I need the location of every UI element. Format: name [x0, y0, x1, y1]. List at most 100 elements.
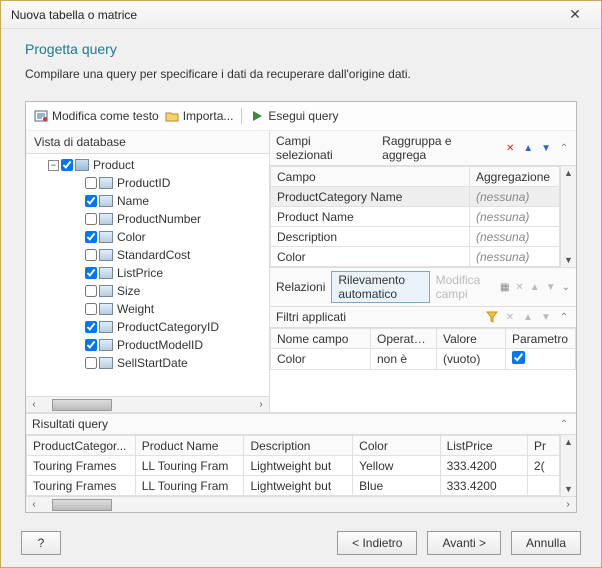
col-filter-op[interactable]: Operatore	[371, 329, 437, 349]
scroll-right-icon[interactable]: ›	[253, 399, 269, 410]
move-down-icon[interactable]: ▼	[546, 281, 556, 293]
collapse-icon[interactable]: ⌃	[558, 418, 570, 430]
tree-root-checkbox[interactable]	[61, 159, 73, 171]
tree-hscrollbar[interactable]: ‹ ›	[26, 396, 269, 412]
collapse-icon[interactable]: −	[48, 160, 59, 171]
scroll-down-icon[interactable]: ▼	[564, 484, 573, 494]
add-relation-icon[interactable]: ▦	[500, 281, 509, 293]
move-up-icon[interactable]: ▲	[530, 281, 540, 293]
col-filter-val[interactable]: Valore	[437, 329, 506, 349]
results-vscrollbar[interactable]: ▲ ▼	[560, 435, 576, 496]
tree-checkbox[interactable]	[85, 213, 97, 225]
tree-item-label: Color	[115, 230, 146, 244]
results-row[interactable]: Touring Frames LL Touring Fram Lightweig…	[27, 476, 560, 496]
tree-item[interactable]: ProductCategoryID	[26, 318, 269, 336]
tree-checkbox[interactable]	[85, 285, 97, 297]
results-col[interactable]: Product Name	[135, 436, 244, 456]
results-grid[interactable]: ProductCategor... Product Name Descripti…	[26, 435, 560, 496]
tree-item[interactable]: Color	[26, 228, 269, 246]
tree-item[interactable]: StandardCost	[26, 246, 269, 264]
results-col[interactable]: Color	[353, 436, 440, 456]
next-button[interactable]: Avanti >	[427, 531, 500, 555]
tree-checkbox[interactable]	[85, 321, 97, 333]
tree-item[interactable]: ListPrice	[26, 264, 269, 282]
tree-checkbox[interactable]	[85, 231, 97, 243]
results-title: Risultati query	[32, 417, 108, 431]
scroll-thumb[interactable]	[52, 399, 112, 411]
filter-param-checkbox[interactable]	[512, 351, 525, 364]
import-button[interactable]: Importa...	[165, 109, 234, 123]
fields-vscrollbar[interactable]: ▲ ▼	[560, 166, 576, 267]
col-aggregation[interactable]: Aggregazione	[470, 167, 560, 187]
delete-relation-icon[interactable]: ✕	[515, 281, 523, 293]
back-button[interactable]: < Indietro	[337, 531, 417, 555]
delete-icon[interactable]: ✕	[504, 142, 516, 154]
scroll-up-icon[interactable]: ▲	[564, 437, 573, 447]
scroll-up-icon[interactable]: ▲	[564, 168, 573, 178]
tree-checkbox[interactable]	[85, 267, 97, 279]
filter-icon[interactable]	[486, 311, 498, 323]
help-button[interactable]: ?	[21, 531, 61, 555]
column-icon	[99, 267, 113, 279]
tree-checkbox[interactable]	[85, 249, 97, 261]
run-query-button[interactable]: Esegui query	[250, 109, 338, 123]
agg-cell: (nessuna)	[470, 187, 560, 207]
results-header: Risultati query ⌃	[26, 414, 576, 435]
field-cell: ProductCategory Name	[271, 187, 470, 207]
tree-item-label: ProductNumber	[115, 212, 201, 226]
col-filter-param[interactable]: Parametro	[506, 329, 576, 349]
field-row[interactable]: Color(nessuna)	[271, 247, 560, 267]
scroll-left-icon[interactable]: ‹	[26, 499, 42, 510]
auto-detect-button[interactable]: Rilevamento automatico	[331, 271, 429, 303]
move-down-icon[interactable]: ▼	[540, 142, 552, 154]
tree-item[interactable]: ProductNumber	[26, 210, 269, 228]
scroll-left-icon[interactable]: ‹	[26, 399, 42, 410]
tree-scroll[interactable]: − Product ProductID Name ProductNumber C…	[26, 154, 269, 396]
move-down-icon[interactable]: ▼	[540, 311, 552, 323]
expand-icon[interactable]: ⌃	[558, 311, 570, 323]
tree-checkbox[interactable]	[85, 177, 97, 189]
field-row[interactable]: Description(nessuna)	[271, 227, 560, 247]
expand-icon[interactable]: ⌃	[558, 142, 570, 154]
tree-checkbox[interactable]	[85, 357, 97, 369]
tree-checkbox[interactable]	[85, 303, 97, 315]
window-title: Nuova tabella o matrice	[7, 8, 555, 22]
tree-item[interactable]: SellStartDate	[26, 354, 269, 372]
results-col[interactable]: Description	[244, 436, 353, 456]
tree-root[interactable]: − Product	[26, 156, 269, 174]
edit-fields-button[interactable]: Modifica campi	[436, 273, 488, 301]
tree-item[interactable]: Size	[26, 282, 269, 300]
field-row[interactable]: Product Name(nessuna)	[271, 207, 560, 227]
scroll-right-icon[interactable]: ›	[560, 499, 576, 510]
cancel-button[interactable]: Annulla	[511, 531, 581, 555]
selected-fields-grid[interactable]: Campo Aggregazione ProductCategory Name(…	[270, 166, 560, 267]
tree-checkbox[interactable]	[85, 195, 97, 207]
group-aggregate-label: Raggruppa e aggrega	[382, 134, 498, 162]
scroll-thumb[interactable]	[52, 499, 112, 511]
close-button[interactable]: ✕	[555, 6, 595, 23]
results-col[interactable]: ListPrice	[440, 436, 527, 456]
results-cell: Lightweight but	[244, 476, 353, 496]
delete-filter-icon[interactable]: ✕	[504, 311, 516, 323]
results-col[interactable]: Pr	[527, 436, 559, 456]
results-row[interactable]: Touring Frames LL Touring Fram Lightweig…	[27, 456, 560, 476]
edit-as-text-button[interactable]: Modifica come testo	[34, 109, 159, 123]
tree-item[interactable]: Weight	[26, 300, 269, 318]
database-view-title: Vista di database	[34, 135, 126, 149]
col-field[interactable]: Campo	[271, 167, 470, 187]
tree-item[interactable]: ProductID	[26, 174, 269, 192]
tree-item[interactable]: ProductModelID	[26, 336, 269, 354]
tree-item-label: Name	[115, 194, 149, 208]
filter-row[interactable]: Color non è (vuoto)	[271, 349, 576, 370]
tree-checkbox[interactable]	[85, 339, 97, 351]
move-up-icon[interactable]: ▲	[522, 311, 534, 323]
filters-grid[interactable]: Nome campo Operatore Valore Parametro Co…	[270, 328, 576, 370]
scroll-down-icon[interactable]: ▼	[564, 255, 573, 265]
results-col[interactable]: ProductCategor...	[27, 436, 136, 456]
field-row[interactable]: ProductCategory Name(nessuna)	[271, 187, 560, 207]
expand-icon[interactable]: ⌄	[562, 281, 570, 293]
results-hscrollbar[interactable]: ‹ ›	[26, 496, 576, 512]
move-up-icon[interactable]: ▲	[522, 142, 534, 154]
col-filter-name[interactable]: Nome campo	[271, 329, 371, 349]
tree-item[interactable]: Name	[26, 192, 269, 210]
